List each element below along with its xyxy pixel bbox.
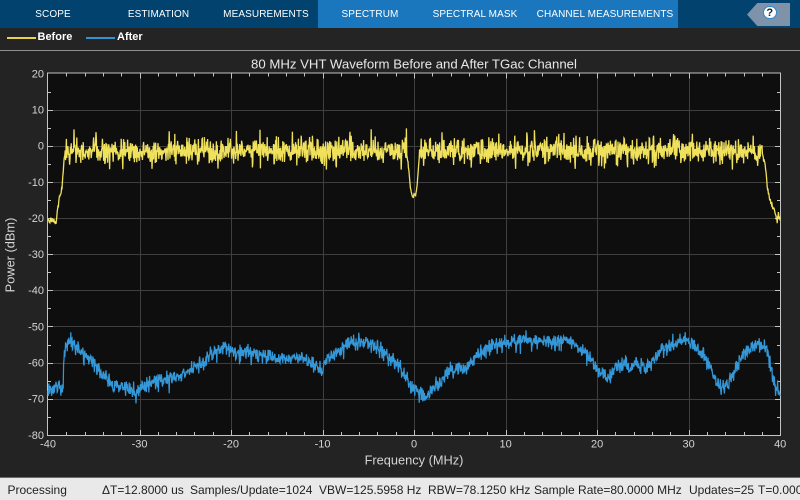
svg-text:-50: -50: [28, 321, 44, 333]
svg-text:-20: -20: [223, 439, 239, 451]
svg-text:20: 20: [32, 68, 44, 80]
svg-text:Frequency (MHz): Frequency (MHz): [365, 453, 464, 468]
svg-text:-40: -40: [28, 285, 44, 297]
svg-text:-70: -70: [28, 394, 44, 406]
svg-text:-40: -40: [40, 439, 56, 451]
svg-text:-30: -30: [132, 439, 148, 451]
svg-text:20: 20: [591, 439, 603, 451]
svg-text:80 MHz VHT Waveform Before and: 80 MHz VHT Waveform Before and After TGa…: [251, 57, 577, 72]
svg-text:40: 40: [774, 439, 786, 451]
svg-text:-20: -20: [28, 213, 44, 225]
svg-text:Power (dBm): Power (dBm): [3, 218, 18, 293]
svg-text:-10: -10: [315, 439, 331, 451]
svg-text:0: 0: [38, 141, 44, 153]
svg-text:-10: -10: [28, 177, 44, 189]
svg-text:10: 10: [500, 439, 512, 451]
svg-text:-30: -30: [28, 249, 44, 261]
svg-text:10: 10: [32, 105, 44, 117]
svg-text:-60: -60: [28, 358, 44, 370]
svg-text:30: 30: [683, 439, 695, 451]
svg-text:0: 0: [411, 439, 417, 451]
